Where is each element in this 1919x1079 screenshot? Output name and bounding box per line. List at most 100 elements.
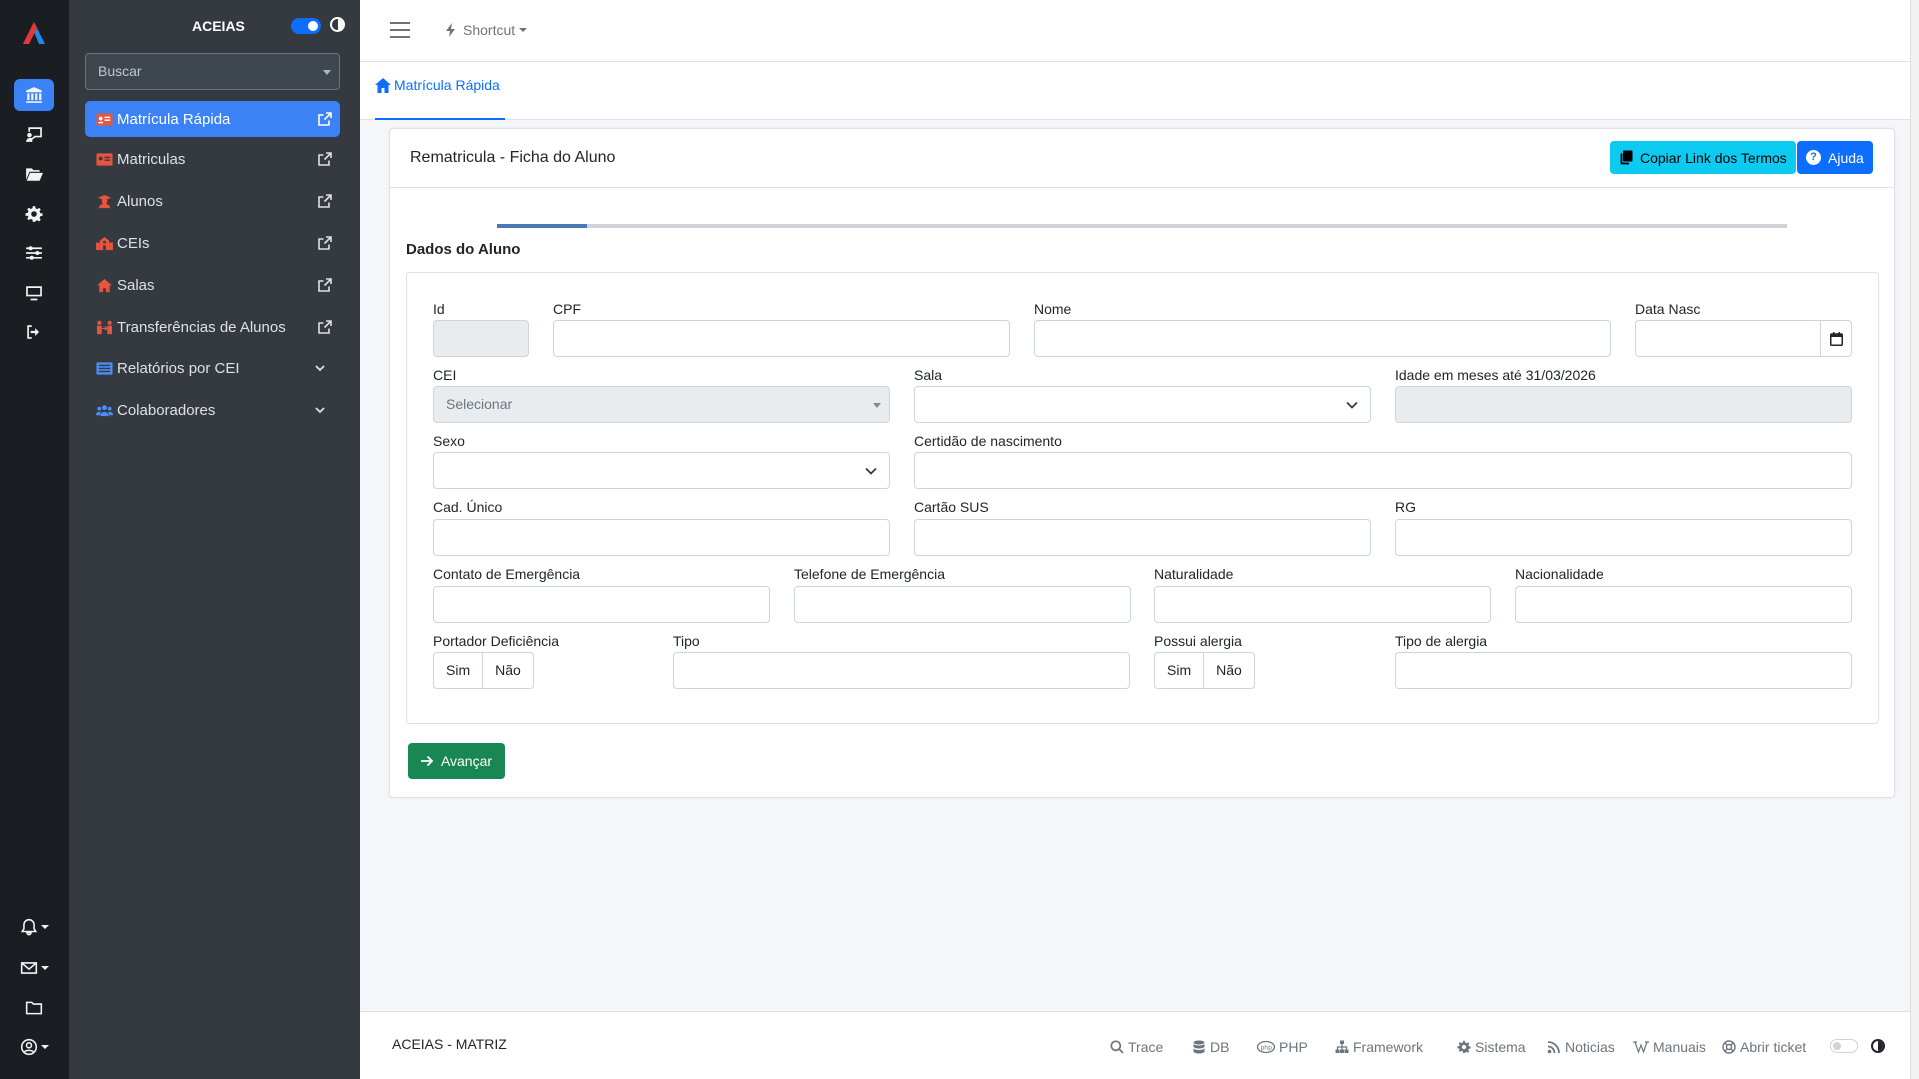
contrast-icon[interactable] [1871,1039,1885,1053]
footer-link-label: Abrir ticket [1740,1039,1807,1055]
cartao-sus-field[interactable] [914,519,1371,556]
footer-link-manuais[interactable]: Manuais [1633,1039,1706,1055]
people-arrows-icon [95,319,113,335]
home-icon [375,78,391,93]
logout-icon[interactable] [14,316,54,348]
sitemap-icon [1335,1040,1349,1053]
alergia-nao-button[interactable]: Não [1204,652,1255,689]
external-link-icon[interactable] [318,278,332,292]
contrast-icon[interactable] [330,17,345,32]
house-icon [95,277,113,293]
footer-link-label: Manuais [1653,1039,1706,1055]
footer-link-label: Noticias [1565,1039,1615,1055]
monitor-icon[interactable] [14,277,54,309]
deficiencia-sim-button[interactable]: Sim [433,652,484,689]
footer-link-noticias[interactable]: Noticias [1547,1039,1615,1055]
copy-terms-link-button[interactable]: Copiar Link dos Termos [1610,141,1796,174]
wizard-progress-bar [497,224,1787,228]
sliders-icon[interactable] [14,237,54,269]
footer-link-label: PHP [1279,1039,1308,1055]
chevron-down-icon [1346,401,1358,409]
cei-select[interactable]: Selecionar [433,386,890,423]
next-button[interactable]: Avançar [408,743,505,779]
user-circle-icon[interactable] [14,1031,54,1063]
footer-link-db[interactable]: DB [1192,1039,1229,1055]
mail-icon[interactable] [14,952,54,984]
sala-select[interactable] [914,386,1371,423]
footer-link-php[interactable]: php PHP [1257,1039,1308,1055]
footer-link-sistema[interactable]: Sistema [1457,1039,1526,1055]
page-scrollbar[interactable] [1910,0,1919,1079]
copy-terms-label: Copiar Link dos Termos [1640,149,1787,166]
sidebar-item-ceis[interactable]: CEIs [85,225,340,261]
data-nasc-label: Data Nasc [1635,301,1701,317]
tipo-field[interactable] [673,652,1130,689]
sidebar-item-matriculas[interactable]: Matriculas [85,141,340,177]
external-link-icon[interactable] [318,236,332,250]
nome-field[interactable] [1034,320,1611,357]
footer-link-framework[interactable]: Framework [1335,1039,1423,1055]
dropdown-caret-icon [323,70,331,75]
sidebar-item-relatorios[interactable]: Relatórios por CEI [85,350,340,386]
help-button[interactable]: ? Ajuda [1797,141,1873,174]
chevron-down-icon[interactable] [314,362,326,374]
id-card-icon [95,151,113,167]
caret-down-icon [519,28,528,32]
sidebar-item-alunos[interactable]: Alunos [85,183,340,219]
sidebar-item-salas[interactable]: Salas [85,267,340,303]
student-data-form: Id CPF Nome Data Nasc CEI Selecionar Sal… [406,272,1879,724]
telefone-emergencia-field[interactable] [794,586,1131,623]
institution-icon[interactable] [14,79,54,111]
footer-link-abrir-ticket[interactable]: Abrir ticket [1722,1039,1806,1055]
data-nasc-field[interactable] [1635,320,1821,357]
cad-unico-field[interactable] [433,519,890,556]
nacionalidade-label: Nacionalidade [1515,566,1604,582]
sidebar-item-colaboradores[interactable]: Colaboradores [85,392,340,428]
external-link-icon[interactable] [318,320,332,334]
sidebar-item-label: Colaboradores [117,401,216,419]
page-tabs: Matrícula Rápida [360,62,1910,120]
contato-emergencia-field[interactable] [433,586,770,623]
footer-link-trace[interactable]: Trace [1110,1039,1163,1055]
portador-deficiencia-label: Portador Deficiência [433,633,560,649]
theme-toggle[interactable] [291,18,321,34]
idade-field [1395,386,1852,423]
deficiencia-nao-button[interactable]: Não [483,652,534,689]
cei-label: CEI [433,367,457,383]
naturalidade-label: Naturalidade [1154,566,1234,582]
tipo-alergia-label: Tipo de alergia [1395,633,1488,649]
hamburger-menu-icon[interactable] [390,22,410,38]
calendar-button[interactable] [1820,320,1852,357]
app-logo-icon[interactable] [21,20,47,46]
certidao-field[interactable] [914,452,1852,489]
sidebar-item-matricula-rapida[interactable]: Matrícula Rápida [85,101,340,137]
folder-icon[interactable] [14,992,54,1024]
external-link-icon[interactable] [318,152,332,166]
tipo-alergia-field[interactable] [1395,652,1852,689]
sexo-select[interactable] [433,452,890,489]
cei-placeholder: Selecionar [446,396,513,412]
shortcut-dropdown[interactable]: Shortcut [445,22,528,38]
naturalidade-field[interactable] [1154,586,1491,623]
chevron-down-icon[interactable] [314,404,326,416]
school-icon [95,235,113,251]
footer-theme-toggle[interactable] [1830,1039,1858,1053]
cpf-field[interactable] [553,320,1010,357]
tab-label: Matrícula Rápida [394,77,500,93]
alergia-sim-button[interactable]: Sim [1154,652,1205,689]
teacher-board-icon[interactable] [14,118,54,150]
tab-matricula-rapida[interactable]: Matrícula Rápida [375,77,505,120]
sidebar-search-select[interactable]: Buscar [85,53,340,90]
shortcut-label: Shortcut [463,22,516,38]
external-link-icon[interactable] [318,194,332,208]
external-link-icon[interactable] [318,112,332,126]
rg-field[interactable] [1395,519,1852,556]
nacionalidade-field[interactable] [1515,586,1852,623]
gear-icon[interactable] [14,198,54,230]
student-form-card: Rematricula - Ficha do Aluno Copiar Link… [389,128,1895,798]
folder-open-icon[interactable] [14,158,54,190]
bell-icon[interactable] [14,911,54,943]
sidebar-item-transferencias[interactable]: Transferências de Alunos [85,309,340,345]
sidebar-item-label: Salas [117,276,155,294]
footer-brand: ACEIAS - MATRIZ [392,1036,507,1052]
